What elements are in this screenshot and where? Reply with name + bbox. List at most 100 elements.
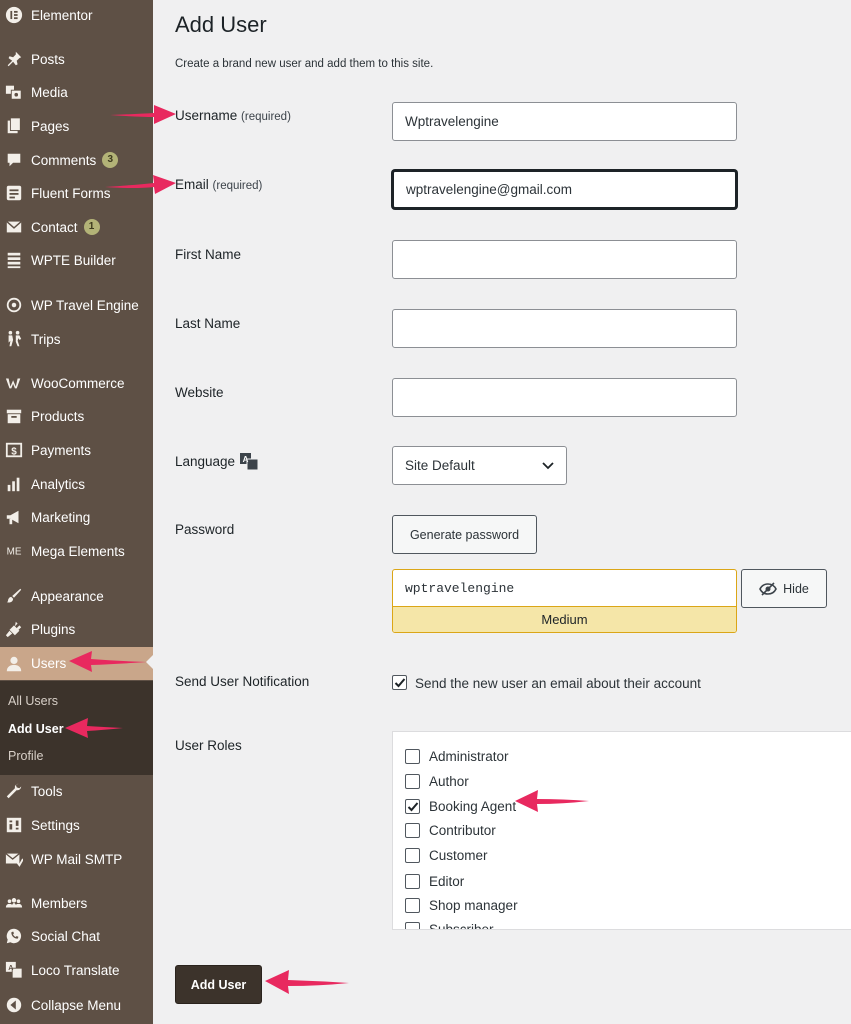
sidebar-item-comments[interactable]: Comments 3	[0, 145, 153, 175]
role-option[interactable]: Booking Agent	[405, 799, 516, 814]
sidebar-item-elementor[interactable]: Elementor	[0, 0, 153, 30]
users-submenu: All Users Add User Profile	[0, 681, 153, 775]
role-option[interactable]: Administrator	[405, 749, 509, 764]
role-option[interactable]: Editor	[405, 874, 464, 889]
email-field[interactable]: wptravelengine@gmail.com	[392, 170, 737, 209]
website-field[interactable]	[392, 378, 737, 417]
username-field[interactable]: Wptravelengine	[392, 102, 737, 141]
role-option[interactable]: Author	[405, 774, 469, 789]
sidebar-item-appearance[interactable]: Appearance	[0, 581, 153, 611]
submenu-profile[interactable]: Profile	[8, 749, 43, 763]
sidebar-item-label: Tools	[31, 783, 63, 799]
dollar-icon: $	[4, 440, 24, 460]
sidebar-item-collapse-menu[interactable]: Collapse Menu	[0, 990, 153, 1020]
website-label: Website	[175, 385, 224, 400]
sidebar-item-trips[interactable]: Trips	[0, 324, 153, 354]
sidebar-item-label: Social Chat	[31, 928, 101, 944]
sidebar-item-label: Users	[31, 656, 67, 671]
role-option[interactable]: Customer	[405, 848, 488, 863]
language-selected-value: Site Default	[405, 458, 475, 473]
sidebar-item-label: Mega Elements	[31, 543, 125, 559]
role-option[interactable]: Subscriber	[405, 922, 494, 930]
role-checkbox[interactable]	[405, 898, 420, 913]
sidebar-item-media[interactable]: Media	[0, 77, 153, 107]
sidebar-item-wp-travel-engine[interactable]: WP Travel Engine	[0, 290, 153, 320]
role-label: Editor	[429, 874, 465, 889]
role-option[interactable]: Contributor	[405, 823, 496, 838]
sidebar-item-social-chat[interactable]: Social Chat	[0, 921, 153, 951]
sidebar-item-label: Comments	[31, 152, 97, 168]
sidebar-item-payments[interactable]: $ Payments	[0, 435, 153, 465]
sidebar-item-posts[interactable]: Posts	[0, 44, 153, 74]
sidebar-item-mega-elements[interactable]: ME Mega Elements	[0, 536, 153, 566]
contact-count-badge: 1	[83, 219, 100, 235]
sidebar-item-products[interactable]: Products	[0, 401, 153, 431]
username-label: Username (required)	[175, 108, 291, 123]
comments-icon	[4, 150, 24, 170]
sidebar-item-label: Media	[31, 84, 68, 100]
sidebar-item-settings[interactable]: Settings	[0, 810, 153, 840]
eye-slash-icon	[759, 581, 778, 596]
sidebar-item-members[interactable]: Members	[0, 888, 153, 918]
checkmark-icon	[407, 801, 418, 811]
sidebar-item-label: Contact	[31, 219, 78, 235]
sidebar-item-wpte-builder[interactable]: WPTE Builder	[0, 245, 153, 275]
role-checkbox[interactable]	[405, 922, 420, 929]
checkmark-icon	[394, 677, 405, 687]
collapse-icon	[4, 995, 24, 1015]
submenu-all-users[interactable]: All Users	[8, 694, 58, 708]
sidebar-item-marketing[interactable]: Marketing	[0, 502, 153, 532]
sidebar-item-label: WP Mail SMTP	[31, 851, 123, 867]
sidebar-item-label: Plugins	[31, 621, 76, 637]
sidebar-item-tools[interactable]: Tools	[0, 776, 153, 806]
sidebar-item-label: Collapse Menu	[31, 997, 122, 1013]
sidebar-item-pages[interactable]: Pages	[0, 111, 153, 141]
me-icon: ME	[4, 541, 24, 561]
sidebar-item-woocommerce[interactable]: WooCommerce	[0, 368, 153, 398]
sidebar-item-users[interactable]: Users	[0, 647, 153, 680]
sidebar-item-loco-translate[interactable]: A Loco Translate	[0, 955, 153, 985]
role-option[interactable]: Shop manager	[405, 898, 518, 913]
last-name-field[interactable]	[392, 309, 737, 348]
role-checkbox[interactable]	[405, 874, 420, 889]
page-title: Add User	[175, 12, 267, 37]
password-strength-indicator: Medium	[393, 606, 736, 632]
first-name-field[interactable]	[392, 240, 737, 279]
required-note: (required)	[212, 180, 263, 192]
sidebar-item-contact[interactable]: Contact 1	[0, 212, 153, 242]
sidebar-item-label: Analytics	[31, 476, 86, 492]
sidebar-item-label: Posts	[31, 51, 65, 67]
sidebar-item-label: Trips	[31, 331, 61, 347]
sidebar-item-label: Products	[31, 408, 85, 424]
archive-icon	[4, 406, 24, 426]
password-field[interactable]: wptravelengine Medium	[392, 569, 737, 633]
sidebar-item-fluent-forms[interactable]: Fluent Forms	[0, 178, 153, 208]
user-roles-list: Administrator Author Booking Agent Contr…	[392, 731, 851, 930]
sidebar-item-analytics[interactable]: Analytics	[0, 469, 153, 499]
chevron-down-icon	[542, 461, 554, 470]
hide-password-button[interactable]: Hide	[741, 569, 827, 608]
role-checkbox[interactable]	[405, 823, 420, 838]
submenu-add-user[interactable]: Add User	[8, 722, 64, 736]
language-select[interactable]: Site Default	[392, 446, 567, 485]
role-checkbox[interactable]	[405, 799, 420, 814]
travel-icon	[4, 295, 24, 315]
members-icon	[4, 893, 24, 913]
password-label: Password	[175, 522, 235, 537]
sidebar-item-wp-mail-smtp[interactable]: WP Mail SMTP	[0, 844, 153, 874]
notification-checkbox[interactable]	[392, 675, 407, 690]
sidebar-item-label: Pages	[31, 118, 70, 134]
sidebar-item-label: Members	[31, 895, 88, 911]
comments-count-badge: 3	[102, 152, 119, 168]
add-user-submit-button[interactable]: Add User	[175, 965, 262, 1004]
role-label: Subscriber	[429, 922, 494, 930]
wrench-icon	[4, 781, 24, 801]
sidebar-item-plugins[interactable]: Plugins	[0, 614, 153, 644]
generate-password-button[interactable]: Generate password	[392, 515, 537, 554]
role-checkbox[interactable]	[405, 848, 420, 863]
user-roles-label: User Roles	[175, 738, 242, 753]
settings-icon	[4, 815, 24, 835]
pin-icon	[4, 49, 24, 69]
role-checkbox[interactable]	[405, 774, 420, 789]
role-checkbox[interactable]	[405, 749, 420, 764]
